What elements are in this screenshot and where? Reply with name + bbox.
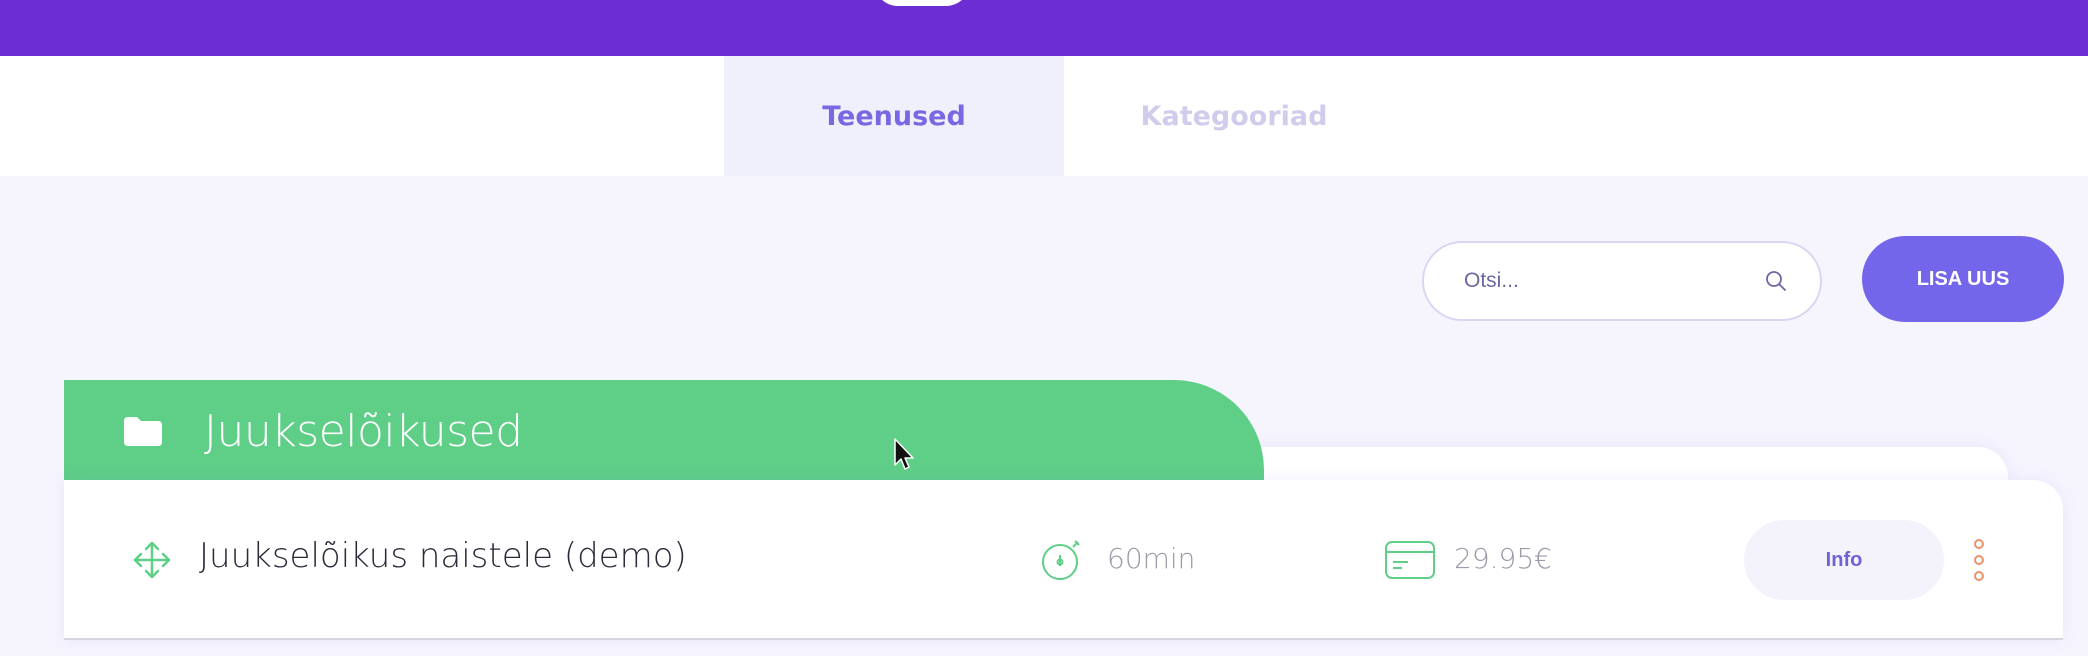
- stopwatch-icon: [1040, 538, 1082, 582]
- service-name: Juukselõikus naistele (demo): [199, 536, 687, 576]
- category-header[interactable]: Juukselõikused: [64, 380, 1264, 482]
- info-button[interactable]: Info: [1744, 520, 1944, 600]
- search-icon[interactable]: [1764, 269, 1788, 293]
- tab-categories[interactable]: Kategooriad: [1064, 56, 1404, 176]
- move-icon[interactable]: [132, 540, 172, 580]
- search-input[interactable]: [1464, 269, 1764, 293]
- avatar[interactable]: [874, 0, 970, 6]
- service-duration: 60min: [1107, 542, 1196, 575]
- tab-bar: Teenused Kategooriad: [0, 56, 2088, 176]
- mouse-cursor-icon: [893, 437, 917, 473]
- tab-services[interactable]: Teenused: [724, 56, 1064, 176]
- search-box: [1422, 241, 1822, 321]
- top-app-bar: [0, 0, 2088, 56]
- category-title: Juukselõikused: [204, 405, 523, 457]
- more-options-icon[interactable]: [1972, 538, 1986, 582]
- folder-icon: [122, 415, 164, 447]
- service-price: 29.95€: [1454, 542, 1552, 575]
- credit-card-icon: [1384, 540, 1436, 580]
- service-row: Juukselõikus naistele (demo) 60min 29.95…: [64, 480, 2063, 640]
- add-new-button[interactable]: LISA UUS: [1862, 236, 2064, 322]
